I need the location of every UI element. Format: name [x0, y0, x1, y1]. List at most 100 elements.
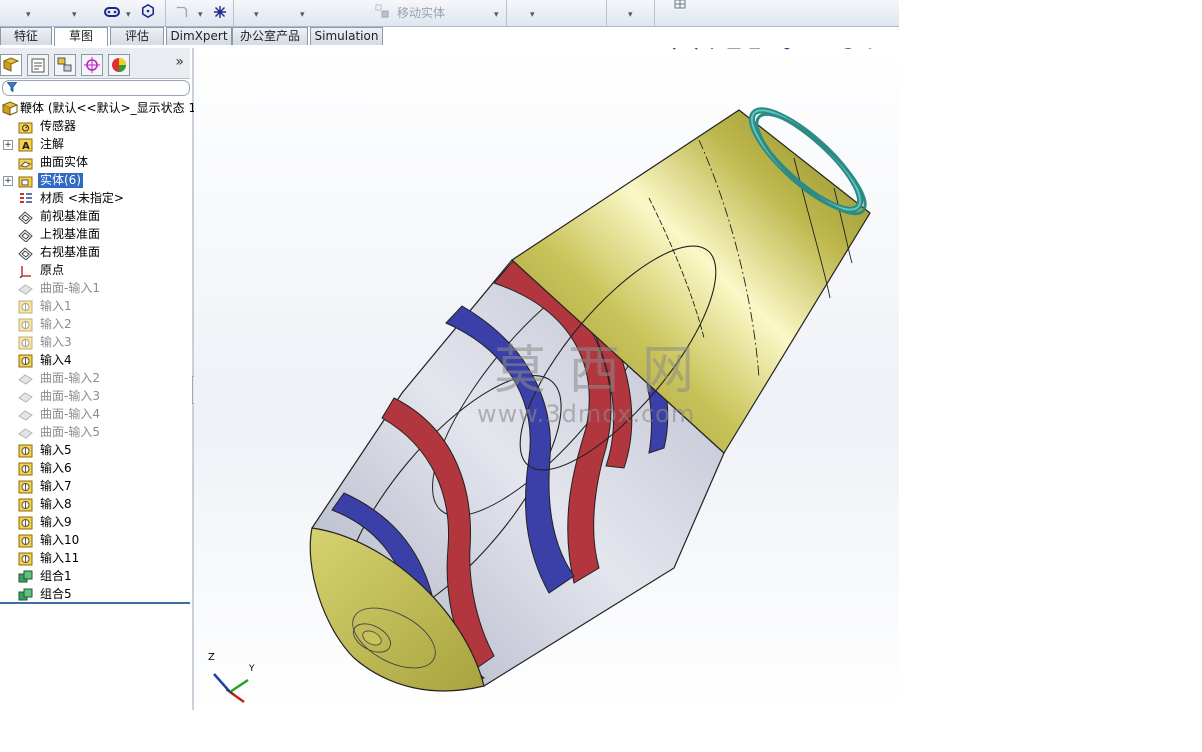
- tree-item[interactable]: 材质 <未指定>: [0, 190, 190, 208]
- dropdown-arrow-icon[interactable]: ▾: [494, 10, 499, 20]
- import-body-icon: [18, 516, 33, 530]
- polygon-icon[interactable]: [140, 4, 156, 18]
- tree-item-label: 输入4: [40, 353, 72, 367]
- triad-y-label: Y: [249, 664, 255, 674]
- tree-item[interactable]: 传感器: [0, 118, 190, 136]
- tree-item[interactable]: 前视基准面: [0, 208, 190, 226]
- tree-item[interactable]: 右视基准面: [0, 244, 190, 262]
- tree-item[interactable]: 原点: [0, 262, 190, 280]
- tab-dimxpert[interactable]: DimXpert: [166, 27, 232, 45]
- tree-item[interactable]: 曲面-输入2: [0, 370, 190, 388]
- dropdown-arrow-icon[interactable]: ▾: [198, 10, 203, 20]
- tree-item[interactable]: + A 注解: [0, 136, 190, 154]
- tab-office-products[interactable]: 办公室产品: [232, 27, 308, 45]
- feature-tree-tab[interactable]: [0, 54, 22, 76]
- tree-item[interactable]: 曲面-输入3: [0, 388, 190, 406]
- dropdown-arrow-icon[interactable]: ▾: [628, 10, 633, 20]
- combine-icon: [18, 570, 33, 583]
- tree-item-label: 组合5: [40, 587, 72, 601]
- import-body-icon: [18, 498, 33, 512]
- root-part-label: 鞭体 (默认<<默认>_显示状态 1: [20, 101, 197, 115]
- tree-item[interactable]: 输入9: [0, 514, 190, 532]
- tree-item-label: 原点: [40, 263, 65, 277]
- tree-item[interactable]: 曲面实体: [0, 154, 190, 172]
- configuration-manager-icon: [57, 57, 72, 72]
- property-manager-icon: [31, 58, 45, 73]
- dropdown-arrow-icon[interactable]: ▾: [26, 10, 31, 20]
- plane-icon: [18, 211, 33, 224]
- configuration-manager-tab[interactable]: [54, 54, 76, 76]
- dropdown-arrow-icon[interactable]: ▾: [126, 10, 131, 20]
- reference-triad[interactable]: [204, 660, 264, 706]
- slot-icon[interactable]: [104, 5, 120, 19]
- graphics-area[interactable]: ▾ ▾ ▾ ▾ 莫西网 www.3dmox.com Z Y: [194, 48, 899, 710]
- tree-item-label: 输入10: [40, 533, 80, 547]
- tree-item[interactable]: + 实体(6): [0, 172, 190, 190]
- property-manager-tab[interactable]: [27, 54, 49, 76]
- plane-icon: [18, 229, 33, 242]
- tree-item[interactable]: 输入1: [0, 298, 190, 316]
- dropdown-arrow-icon[interactable]: ▾: [72, 10, 77, 20]
- tree-item[interactable]: 曲面-输入5: [0, 424, 190, 442]
- tree-item-label: 输入5: [40, 443, 72, 457]
- expand-icon[interactable]: +: [3, 176, 13, 186]
- surface-import-icon: [18, 374, 33, 385]
- part-icon: [2, 101, 18, 116]
- tree-item[interactable]: 上视基准面: [0, 226, 190, 244]
- tree-item-label: 输入6: [40, 461, 72, 475]
- tree-item-label: 注解: [40, 137, 65, 151]
- plane-icon: [18, 247, 33, 260]
- surface-import-icon: [18, 284, 33, 295]
- tab-sketch[interactable]: 草图: [54, 27, 108, 46]
- appearance-icon: [112, 58, 126, 72]
- dropdown-arrow-icon[interactable]: ▾: [300, 10, 305, 20]
- fillet-icon[interactable]: [174, 4, 190, 18]
- surface-bodies-icon: [18, 158, 33, 170]
- feature-manager-tabs: »: [0, 48, 190, 79]
- import-body-icon: [18, 534, 33, 548]
- dimxpert-manager-tab[interactable]: [81, 54, 103, 76]
- tree-item[interactable]: 输入7: [0, 478, 190, 496]
- import-body-icon: [18, 480, 33, 494]
- annotation-icon: A: [18, 138, 33, 152]
- tree-item[interactable]: 曲面-输入1: [0, 280, 190, 298]
- tree-filter-input[interactable]: [2, 80, 190, 96]
- more-tabs-icon[interactable]: »: [175, 54, 184, 70]
- tab-simulation[interactable]: Simulation: [310, 27, 383, 45]
- display-manager-tab[interactable]: [108, 54, 130, 76]
- move-entity-label[interactable]: 移动实体: [397, 4, 445, 21]
- tree-item-label: 曲面-输入4: [40, 407, 100, 421]
- expand-icon[interactable]: +: [3, 140, 13, 150]
- tree-item[interactable]: 输入5: [0, 442, 190, 460]
- tree-item[interactable]: 输入3: [0, 334, 190, 352]
- tree-item-label: 曲面-输入2: [40, 371, 100, 385]
- dropdown-arrow-icon[interactable]: ▾: [254, 10, 259, 20]
- tree-item-label: 传感器: [40, 119, 77, 133]
- tree-item[interactable]: 组合1: [0, 568, 190, 586]
- tree-item[interactable]: 输入8: [0, 496, 190, 514]
- origin-icon: [19, 266, 31, 278]
- import-body-icon: [18, 552, 33, 566]
- import-body-icon: [18, 444, 33, 458]
- tree-item-label: 前视基准面: [40, 209, 101, 223]
- tree-item-label: 输入7: [40, 479, 72, 493]
- tree-item[interactable]: 输入11: [0, 550, 190, 568]
- point-icon[interactable]: [212, 5, 228, 19]
- tree-item[interactable]: 输入10: [0, 532, 190, 550]
- panel-divider: [0, 602, 190, 604]
- tree-item[interactable]: 输入4: [0, 352, 190, 370]
- tab-evaluate[interactable]: 评估: [110, 27, 164, 45]
- tab-features[interactable]: 特征: [0, 27, 52, 45]
- svg-text:A: A: [22, 141, 30, 152]
- tree-item[interactable]: 输入2: [0, 316, 190, 334]
- command-manager-tabs: 特征 草图 评估 DimXpert 办公室产品 Simulation: [0, 27, 899, 46]
- tree-item-label: 输入11: [40, 551, 80, 565]
- move-entity-icon[interactable]: [374, 4, 390, 18]
- dropdown-arrow-icon[interactable]: ▾: [530, 10, 535, 20]
- tree-item[interactable]: 曲面-输入4: [0, 406, 190, 424]
- tree-item[interactable]: 输入6: [0, 460, 190, 478]
- grid-icon[interactable]: [672, 0, 688, 12]
- feature-tree-icon: [2, 57, 20, 72]
- watermark-logo-text: 莫西网: [494, 341, 717, 401]
- import-body-icon: [18, 462, 33, 476]
